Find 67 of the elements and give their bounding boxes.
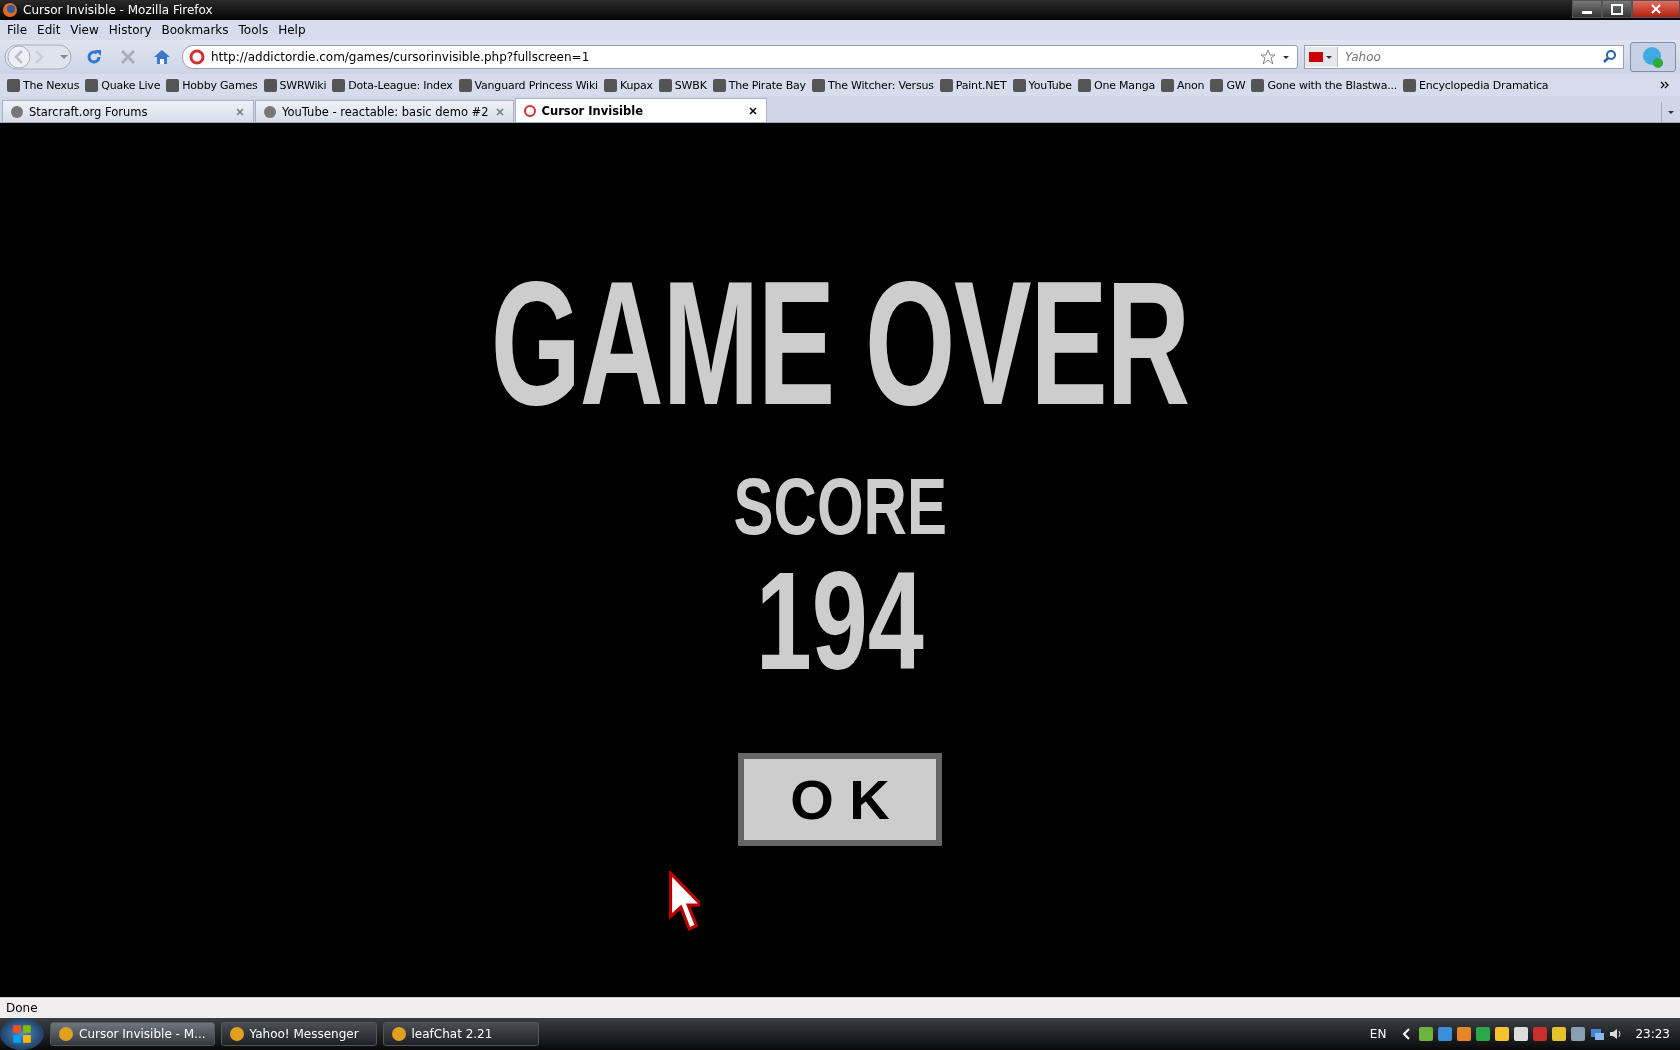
menu-item[interactable]: View [65, 23, 104, 37]
minimize-button[interactable] [1572, 0, 1602, 18]
bookmark-item[interactable]: The Pirate Bay [709, 78, 809, 92]
game-over-heading: GAME OVER [490, 255, 1190, 431]
taskbar-button[interactable]: Yahoo! Messenger [220, 1022, 377, 1046]
taskbar-button[interactable]: Cursor Invisible - M... [50, 1022, 215, 1046]
bookmark-item[interactable]: Paint.NET [936, 78, 1010, 92]
tray-icon[interactable] [1513, 1026, 1530, 1042]
maximize-button[interactable] [1602, 0, 1632, 18]
chevron-icon[interactable] [1660, 81, 1670, 89]
bookmark-item[interactable]: Hobby Games [163, 78, 261, 92]
taskbar-button[interactable]: leafChat 2.21 [382, 1022, 539, 1046]
score-label: SCORE [733, 467, 947, 547]
clock[interactable]: 23:23 [1635, 1027, 1670, 1041]
tray-icon[interactable] [1551, 1026, 1568, 1042]
close-icon[interactable] [747, 105, 758, 116]
bookmark-item[interactable]: One Manga [1074, 78, 1158, 92]
tray-icon[interactable] [1418, 1026, 1435, 1042]
tray-icon[interactable] [1494, 1026, 1511, 1042]
close-button[interactable] [1632, 0, 1680, 18]
browser-tab[interactable]: Starcraft.org Forums [2, 100, 254, 122]
star-icon[interactable] [1260, 49, 1276, 65]
bookmark-item[interactable]: SWBK [655, 78, 710, 92]
caret-icon[interactable] [1282, 53, 1290, 61]
home-icon[interactable] [152, 47, 172, 67]
browser-tab[interactable]: Cursor Invisible [514, 98, 767, 122]
tray-icon[interactable] [1475, 1026, 1492, 1042]
menu-item[interactable]: Edit [32, 23, 66, 37]
bookmark-item[interactable]: Gone with the Blastwa... [1248, 78, 1401, 92]
bookmark-item[interactable]: SWRWiki [260, 78, 330, 92]
score-value: 194 [755, 551, 925, 691]
bookmark-item[interactable]: GW [1207, 78, 1249, 92]
menu-item[interactable]: Help [273, 23, 311, 37]
browser-tab[interactable]: YouTube - reactable: basic demo #2 [255, 100, 514, 122]
bookmark-item[interactable]: YouTube [1009, 78, 1075, 92]
menu-item[interactable]: Bookmarks [156, 23, 234, 37]
search-field[interactable]: Yahoo [1304, 45, 1624, 69]
bookmark-item[interactable]: Dota-League: Index [329, 78, 456, 92]
search-engine-icon[interactable] [1305, 47, 1338, 67]
windows-logo-icon [11, 1023, 33, 1045]
bookmark-item[interactable]: The Nexus [4, 78, 83, 92]
caret-icon [1667, 108, 1675, 116]
bookmark-item[interactable]: Encyclopedia Dramatica [1400, 78, 1552, 92]
menu-item[interactable]: History [103, 23, 157, 37]
status-text: Done [6, 1001, 38, 1015]
bookmark-item[interactable]: Kupax [600, 78, 656, 92]
search-icon[interactable] [1602, 49, 1618, 65]
ok-button[interactable]: O K [738, 753, 942, 846]
site-icon [264, 105, 276, 118]
cursor-icon [668, 871, 700, 933]
language-indicator[interactable]: EN [1369, 1027, 1387, 1041]
start-button[interactable] [0, 1018, 44, 1050]
bookmark-item[interactable]: Anon [1158, 78, 1208, 92]
site-icon [189, 49, 205, 65]
bookmark-item[interactable]: Vanguard Princess Wiki [455, 78, 601, 92]
menu-item[interactable]: File [2, 23, 33, 37]
window-title: Cursor Invisible - Mozilla Firefox [23, 3, 213, 17]
site-icon [523, 104, 536, 117]
site-icon [11, 105, 23, 118]
network-icon[interactable] [1589, 1026, 1606, 1042]
bookmark-item[interactable]: The Witcher: Versus [808, 78, 937, 92]
menu-item[interactable]: Tools [233, 23, 274, 37]
address-field[interactable]: http://addictordie.com/games/cursorinvisible.php?fullscreen=1 [182, 45, 1298, 69]
tray-icon[interactable] [1456, 1026, 1473, 1042]
bookmark-item[interactable]: Quake Live [82, 78, 164, 92]
tray-icon[interactable] [1570, 1026, 1587, 1042]
close-icon [1651, 4, 1661, 14]
